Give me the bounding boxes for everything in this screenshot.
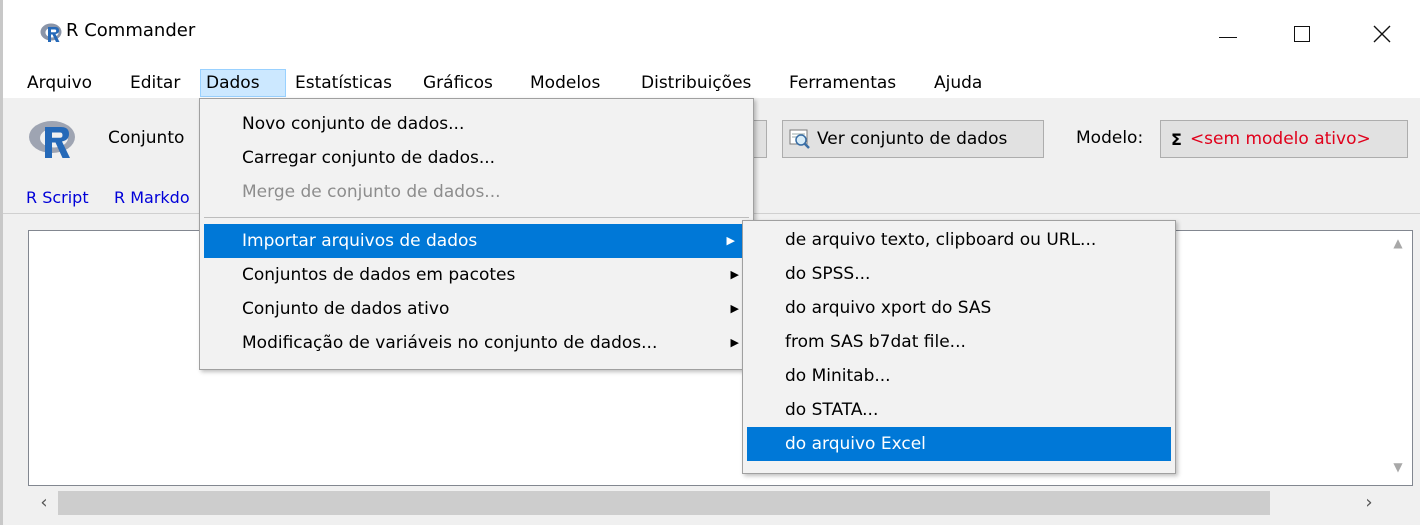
menu-item-modificacao-variaveis-label: Modificação de variáveis no conjunto de … bbox=[242, 333, 658, 353]
model-label: Modelo: bbox=[1076, 128, 1144, 148]
vertical-scrollbar[interactable] bbox=[1383, 231, 1412, 485]
maximize-button[interactable] bbox=[1272, 14, 1332, 54]
submenu-arrow-icon: ▶ bbox=[730, 336, 739, 349]
menu-item-importar-arquivos-label: Importar arquivos de dados bbox=[242, 231, 478, 251]
submenu-item-texto-clipboard-url[interactable]: de arquivo texto, clipboard ou URL... bbox=[743, 223, 1175, 257]
menu-item-novo-conjunto[interactable]: Novo conjunto de dados... bbox=[200, 107, 753, 141]
menu-ajuda[interactable]: Ajuda bbox=[929, 69, 987, 97]
menu-item-conjunto-ativo[interactable]: Conjunto de dados ativo ▶ bbox=[200, 292, 753, 326]
submenu-arrow-icon: ▶ bbox=[730, 268, 739, 281]
magnifier-icon bbox=[789, 129, 810, 149]
minimize-button[interactable] bbox=[1198, 14, 1258, 54]
dados-menu: Novo conjunto de dados... Carregar conju… bbox=[199, 98, 754, 370]
import-submenu: de arquivo texto, clipboard ou URL... do… bbox=[742, 220, 1176, 474]
sigma-icon: Σ bbox=[1171, 129, 1182, 149]
menu-item-importar-arquivos[interactable]: Importar arquivos de dados ▶ bbox=[204, 224, 749, 258]
r-logo-icon bbox=[29, 121, 75, 158]
menu-item-modificacao-variaveis[interactable]: Modificação de variáveis no conjunto de … bbox=[200, 326, 753, 360]
scroll-down-icon[interactable]: ▼ bbox=[1386, 460, 1410, 480]
scroll-left-icon[interactable]: ‹ bbox=[32, 489, 56, 517]
submenu-item-sas-xport[interactable]: do arquivo xport do SAS bbox=[743, 291, 1175, 325]
submenu-item-excel[interactable]: do arquivo Excel bbox=[747, 427, 1171, 461]
menu-arquivo[interactable]: Arquivo bbox=[22, 69, 97, 97]
active-model-button[interactable]: Σ <sem modelo ativo> bbox=[1160, 120, 1408, 158]
tab-r-markdown[interactable]: R Markdo bbox=[114, 183, 190, 213]
menu-item-conjuntos-pacotes-label: Conjuntos de dados em pacotes bbox=[242, 265, 516, 285]
active-model-value: <sem modelo ativo> bbox=[1189, 129, 1371, 149]
submenu-item-spss[interactable]: do SPSS... bbox=[743, 257, 1175, 291]
menu-dados[interactable]: Dados bbox=[200, 69, 286, 97]
menu-item-merge-conjunto: Merge de conjunto de dados... bbox=[242, 182, 501, 202]
submenu-item-sas-b7dat[interactable]: from SAS b7dat file... bbox=[743, 325, 1175, 359]
menu-ferramentas[interactable]: Ferramentas bbox=[784, 69, 901, 97]
menu-separator bbox=[204, 217, 749, 218]
menu-modelos[interactable]: Modelos bbox=[525, 69, 605, 97]
submenu-arrow-icon: ▶ bbox=[730, 302, 739, 315]
scroll-up-icon[interactable]: ▲ bbox=[1386, 236, 1410, 256]
tab-r-script[interactable]: R Script bbox=[26, 183, 89, 213]
submenu-item-stata[interactable]: do STATA... bbox=[743, 393, 1175, 427]
close-button[interactable] bbox=[1352, 14, 1412, 54]
close-icon bbox=[1373, 25, 1391, 43]
maximize-icon bbox=[1294, 26, 1310, 42]
menu-item-conjunto-ativo-label: Conjunto de dados ativo bbox=[242, 299, 450, 319]
menu-item-conjuntos-pacotes[interactable]: Conjuntos de dados em pacotes ▶ bbox=[200, 258, 753, 292]
menu-estatisticas[interactable]: Estatísticas bbox=[290, 69, 397, 97]
menu-graficos[interactable]: Gráficos bbox=[418, 69, 498, 97]
view-dataset-button-label: Ver conjunto de dados bbox=[817, 129, 1008, 149]
window-title: R Commander bbox=[66, 20, 196, 41]
submenu-arrow-icon: ▶ bbox=[726, 234, 735, 247]
scroll-right-icon[interactable]: › bbox=[1357, 489, 1381, 517]
minimize-icon bbox=[1219, 36, 1237, 38]
submenu-item-minitab[interactable]: do Minitab... bbox=[743, 359, 1175, 393]
horizontal-scrollbar-thumb[interactable] bbox=[58, 491, 1270, 515]
menu-distribuicoes[interactable]: Distribuições bbox=[636, 69, 756, 97]
view-dataset-button[interactable]: Ver conjunto de dados bbox=[782, 120, 1044, 158]
menu-editar[interactable]: Editar bbox=[125, 69, 185, 97]
menu-item-carregar-conjunto[interactable]: Carregar conjunto de dados... bbox=[200, 141, 753, 175]
dataset-label: Conjunto bbox=[108, 128, 185, 148]
r-logo-icon bbox=[40, 23, 62, 42]
